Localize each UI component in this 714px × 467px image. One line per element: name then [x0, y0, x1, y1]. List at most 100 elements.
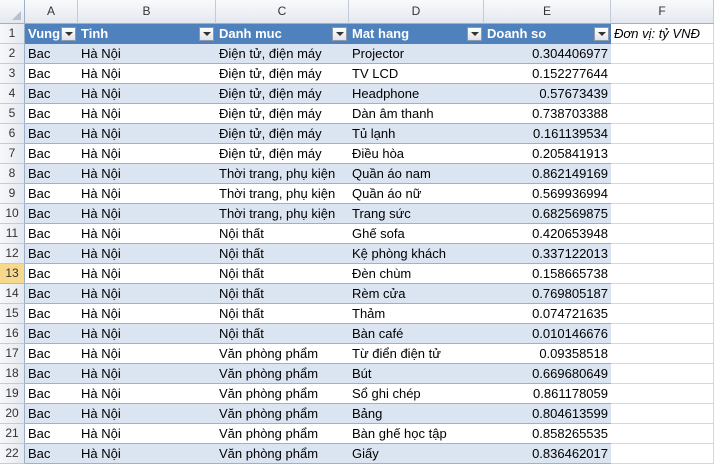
- cell-f-empty[interactable]: [611, 124, 714, 144]
- cell-vung[interactable]: Bac: [25, 424, 78, 444]
- cell-mat-hang[interactable]: TV LCD: [349, 64, 484, 84]
- header-cell-vung[interactable]: Vung: [25, 24, 78, 44]
- cell-tinh[interactable]: Hà Nội: [78, 324, 216, 344]
- cell-tinh[interactable]: Hà Nội: [78, 184, 216, 204]
- cell-vung[interactable]: Bac: [25, 364, 78, 384]
- row-header[interactable]: 10: [0, 204, 25, 224]
- cell-mat-hang[interactable]: Quần áo nam: [349, 164, 484, 184]
- row-header[interactable]: 11: [0, 224, 25, 244]
- cell-mat-hang[interactable]: Từ điển điện tử: [349, 344, 484, 364]
- cell-danh-muc[interactable]: Văn phòng phẩm: [216, 344, 349, 364]
- cell-vung[interactable]: Bac: [25, 304, 78, 324]
- cell-mat-hang[interactable]: Thảm: [349, 304, 484, 324]
- filter-dropdown-icon[interactable]: [61, 27, 76, 41]
- cell-doanh-so[interactable]: 0.158665738: [484, 264, 611, 284]
- cell-vung[interactable]: Bac: [25, 84, 78, 104]
- cell-vung[interactable]: Bac: [25, 324, 78, 344]
- cell-danh-muc[interactable]: Văn phòng phẩm: [216, 444, 349, 464]
- cell-danh-muc[interactable]: Điện tử, điện máy: [216, 64, 349, 84]
- cell-tinh[interactable]: Hà Nội: [78, 264, 216, 284]
- cell-f-empty[interactable]: [611, 84, 714, 104]
- cell-mat-hang[interactable]: Điều hòa: [349, 144, 484, 164]
- cell-danh-muc[interactable]: Văn phòng phẩm: [216, 364, 349, 384]
- cell-mat-hang[interactable]: Tủ lạnh: [349, 124, 484, 144]
- row-header[interactable]: 6: [0, 124, 25, 144]
- cell-f-empty[interactable]: [611, 404, 714, 424]
- header-cell-mat-hang[interactable]: Mat hang: [349, 24, 484, 44]
- row-header[interactable]: 7: [0, 144, 25, 164]
- cell-tinh[interactable]: Hà Nội: [78, 224, 216, 244]
- cell-vung[interactable]: Bac: [25, 144, 78, 164]
- cell-tinh[interactable]: Hà Nội: [78, 384, 216, 404]
- cell-danh-muc[interactable]: Nội thất: [216, 224, 349, 244]
- cell-doanh-so[interactable]: 0.57673439: [484, 84, 611, 104]
- cell-vung[interactable]: Bac: [25, 124, 78, 144]
- cell-tinh[interactable]: Hà Nội: [78, 284, 216, 304]
- cell-vung[interactable]: Bac: [25, 384, 78, 404]
- cell-vung[interactable]: Bac: [25, 344, 78, 364]
- cell-f-empty[interactable]: [611, 284, 714, 304]
- cell-f-empty[interactable]: [611, 444, 714, 464]
- cell-doanh-so[interactable]: 0.304406977: [484, 44, 611, 64]
- cell-f-empty[interactable]: [611, 364, 714, 384]
- cell-f-empty[interactable]: [611, 64, 714, 84]
- filter-dropdown-icon[interactable]: [199, 27, 214, 41]
- row-header[interactable]: 22: [0, 444, 25, 464]
- cell-tinh[interactable]: Hà Nội: [78, 404, 216, 424]
- cell-tinh[interactable]: Hà Nội: [78, 144, 216, 164]
- row-header[interactable]: 5: [0, 104, 25, 124]
- row-header[interactable]: 16: [0, 324, 25, 344]
- cell-doanh-so[interactable]: 0.161139534: [484, 124, 611, 144]
- cell-f-empty[interactable]: [611, 104, 714, 124]
- cell-vung[interactable]: Bac: [25, 224, 78, 244]
- row-header[interactable]: 19: [0, 384, 25, 404]
- cell-doanh-so[interactable]: 0.569936994: [484, 184, 611, 204]
- row-header[interactable]: 15: [0, 304, 25, 324]
- cell-doanh-so[interactable]: 0.769805187: [484, 284, 611, 304]
- cell-mat-hang[interactable]: Quần áo nữ: [349, 184, 484, 204]
- cell-mat-hang[interactable]: Projector: [349, 44, 484, 64]
- cell-vung[interactable]: Bac: [25, 244, 78, 264]
- cell-tinh[interactable]: Hà Nội: [78, 244, 216, 264]
- cell-mat-hang[interactable]: Trang sức: [349, 204, 484, 224]
- row-header[interactable]: 20: [0, 404, 25, 424]
- cell-tinh[interactable]: Hà Nội: [78, 424, 216, 444]
- cell-danh-muc[interactable]: Điện tử, điện máy: [216, 144, 349, 164]
- column-header-b[interactable]: B: [78, 0, 216, 24]
- cell-danh-muc[interactable]: Điện tử, điện máy: [216, 44, 349, 64]
- cell-doanh-so[interactable]: 0.804613599: [484, 404, 611, 424]
- cell-vung[interactable]: Bac: [25, 284, 78, 304]
- cell-tinh[interactable]: Hà Nội: [78, 104, 216, 124]
- cell-vung[interactable]: Bac: [25, 64, 78, 84]
- cell-doanh-so[interactable]: 0.836462017: [484, 444, 611, 464]
- cell-tinh[interactable]: Hà Nội: [78, 124, 216, 144]
- cell-doanh-so[interactable]: 0.09358518: [484, 344, 611, 364]
- cell-mat-hang[interactable]: Giấy: [349, 444, 484, 464]
- cell-doanh-so[interactable]: 0.861178059: [484, 384, 611, 404]
- column-header-d[interactable]: D: [349, 0, 484, 24]
- cell-f-empty[interactable]: [611, 184, 714, 204]
- cell-danh-muc[interactable]: Nội thất: [216, 284, 349, 304]
- cell-vung[interactable]: Bac: [25, 204, 78, 224]
- cell-vung[interactable]: Bac: [25, 404, 78, 424]
- cell-f-empty[interactable]: [611, 244, 714, 264]
- cell-danh-muc[interactable]: Văn phòng phẩm: [216, 384, 349, 404]
- row-header[interactable]: 4: [0, 84, 25, 104]
- cell-f-empty[interactable]: [611, 344, 714, 364]
- cell-danh-muc[interactable]: Thời trang, phụ kiện: [216, 204, 349, 224]
- cell-tinh[interactable]: Hà Nội: [78, 44, 216, 64]
- cell-f-empty[interactable]: [611, 424, 714, 444]
- cell-f-empty[interactable]: [611, 204, 714, 224]
- cell-doanh-so[interactable]: 0.074721635: [484, 304, 611, 324]
- cell-tinh[interactable]: Hà Nội: [78, 84, 216, 104]
- cell-danh-muc[interactable]: Nội thất: [216, 244, 349, 264]
- row-header[interactable]: 1: [0, 24, 25, 44]
- cell-danh-muc[interactable]: Văn phòng phẩm: [216, 404, 349, 424]
- cell-vung[interactable]: Bac: [25, 184, 78, 204]
- column-header-e[interactable]: E: [484, 0, 611, 24]
- column-header-a[interactable]: A: [25, 0, 78, 24]
- cell-f-empty[interactable]: [611, 164, 714, 184]
- row-header[interactable]: 21: [0, 424, 25, 444]
- row-header[interactable]: 14: [0, 284, 25, 304]
- cell-danh-muc[interactable]: Điện tử, điện máy: [216, 84, 349, 104]
